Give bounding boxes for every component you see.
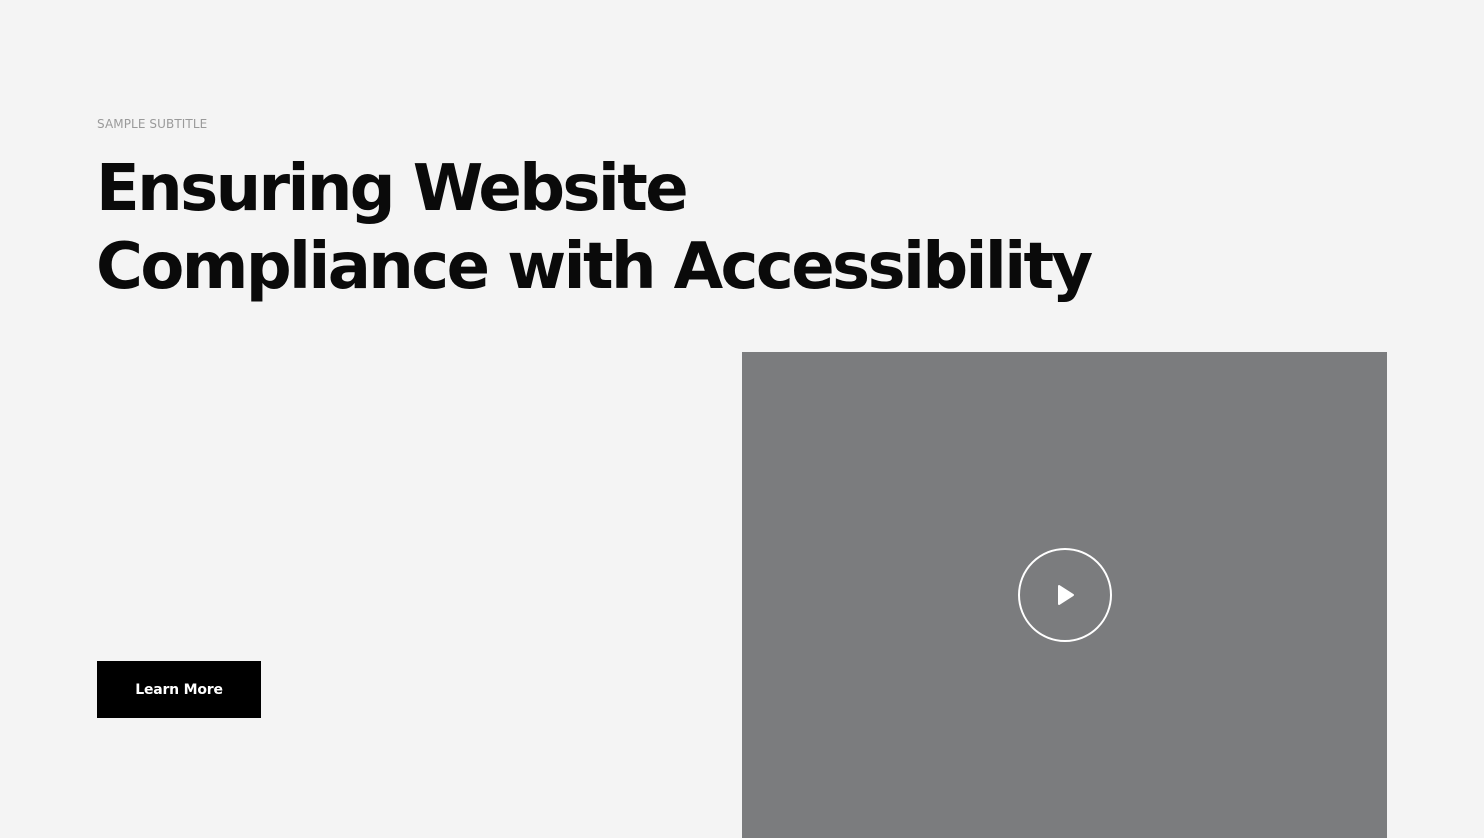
play-button[interactable] (1018, 548, 1112, 642)
hero-headline: Ensuring Website Compliance with Accessi… (96, 152, 1093, 304)
play-icon (1058, 585, 1074, 605)
learn-more-button[interactable]: Learn More (97, 661, 261, 718)
hero-subtitle: SAMPLE SUBTITLE (97, 117, 208, 131)
